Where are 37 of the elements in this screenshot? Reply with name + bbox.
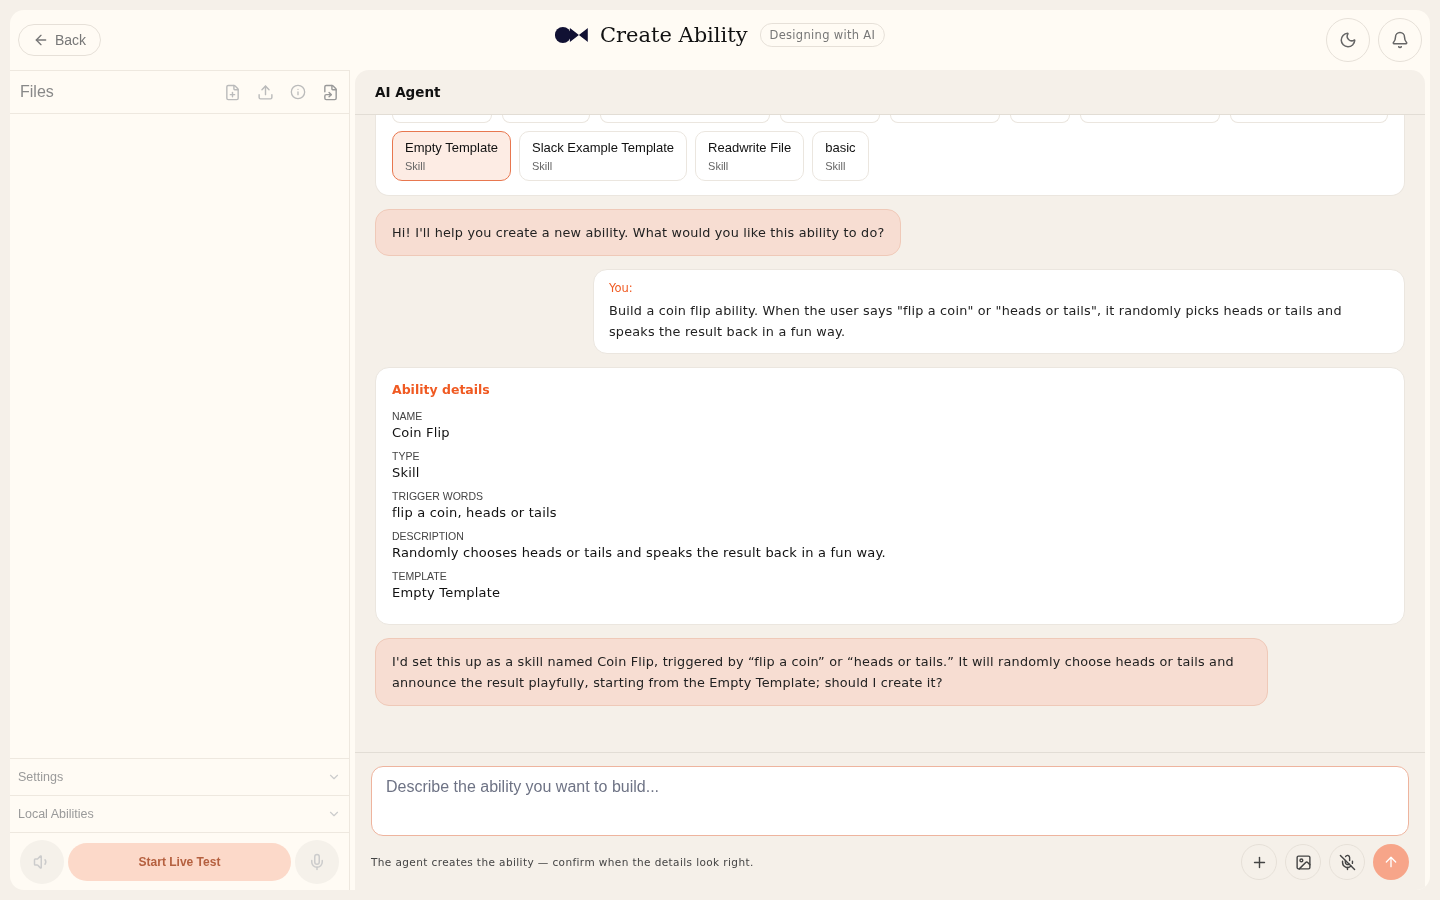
panel-title: AI Agent <box>375 84 441 100</box>
moon-icon <box>1339 31 1357 49</box>
speaker-button[interactable] <box>20 839 64 884</box>
send-button[interactable] <box>1373 844 1409 880</box>
message-text: Build a coin flip ability. When the user says "flip a coin" or "heads or tails", it randomly picks heads or tails and speaks the result back in a fun way. <box>609 302 1343 341</box>
message-input[interactable]: Describe the ability you want to build... <box>371 766 1409 836</box>
details-title: Ability details <box>392 382 491 397</box>
field-value: Coin Flip <box>392 425 451 440</box>
info-icon[interactable] <box>290 84 306 100</box>
image-icon <box>1294 853 1312 871</box>
field-label: TYPE <box>392 450 421 462</box>
template-chip[interactable]: Slack Example Template Skill <box>518 131 688 181</box>
sender-label: You: <box>609 281 634 295</box>
bell-icon <box>1391 31 1409 49</box>
logo-icon <box>554 27 588 43</box>
agent-message: Hi! I'll help you create a new ability. What would you like this ability to do? <box>375 209 902 256</box>
field-value: flip a coin, heads or tails <box>392 505 558 520</box>
microphone-off-icon <box>1338 853 1356 871</box>
field-label: DESCRIPTION <box>392 530 465 542</box>
field-label: TRIGGER WORDS <box>392 490 484 502</box>
field-value: Skill <box>392 465 421 480</box>
export-file-icon[interactable] <box>322 83 339 101</box>
upload-icon[interactable] <box>257 83 274 101</box>
field-value: Empty Template <box>392 585 502 600</box>
new-file-icon[interactable] <box>224 83 241 101</box>
template-chip[interactable]: Empty Template Skill <box>392 131 511 181</box>
field-label: TEMPLATE <box>392 570 448 582</box>
field-value: Randomly chooses heads or tails and speaks the result back in a fun way. <box>392 545 887 560</box>
agent-message: I'd set this up as a skill named Coin Flip, triggered by “flip a coin” or “heads or tails.” It will randomly choose heads or tails and announce the result playfully, starting from the Empty Template; should I create it? <box>375 638 1268 706</box>
field-label: NAME <box>392 410 424 422</box>
hint-text: The agent creates the ability — confirm when the details look right. <box>371 856 755 868</box>
microphone-button[interactable] <box>295 839 339 884</box>
page-title: Create Ability <box>599 23 748 47</box>
template-chip[interactable]: Readwrite File Skill <box>695 131 805 181</box>
microphone-icon <box>308 852 326 871</box>
template-chip[interactable]: basic Skill <box>812 131 869 181</box>
files-title: Files <box>20 83 55 101</box>
